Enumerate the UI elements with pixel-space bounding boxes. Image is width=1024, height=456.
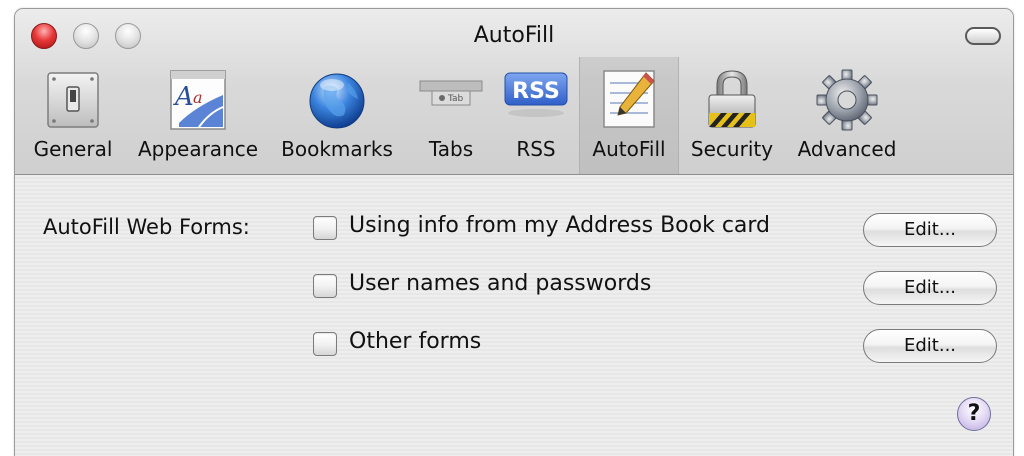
appearance-icon: A a [170, 70, 226, 130]
tab-appearance[interactable]: A a Appearance [131, 57, 265, 174]
tab-bookmarks[interactable]: Bookmarks [265, 57, 409, 174]
edit-user-names-passwords-button[interactable]: Edit... [863, 271, 997, 305]
rss-icon-text: RSS [512, 79, 560, 104]
svg-text:a: a [193, 88, 203, 107]
other-forms-checkbox[interactable] [313, 332, 337, 356]
autofill-pencil-icon [603, 70, 655, 128]
tab-autofill-label: AutoFill [592, 137, 666, 161]
tab-autofill[interactable]: AutoFill [579, 57, 679, 174]
autofill-web-forms-label: AutoFill Web Forms: [43, 215, 250, 239]
svg-text:A: A [173, 82, 194, 112]
help-button[interactable]: ? [957, 397, 991, 431]
title-bar[interactable]: AutoFill [15, 9, 1013, 57]
user-names-passwords-label[interactable]: User names and passwords [349, 271, 651, 296]
toolbar-toggle-button[interactable] [965, 27, 1001, 45]
tab-rss-label: RSS [516, 137, 556, 161]
preferences-window: AutoFill General A a Appearance Bookmark… [14, 8, 1014, 456]
tab-tabs-label: Tabs [428, 137, 474, 161]
preferences-toolbar: General A a Appearance Bookmarks Tab Tab… [15, 57, 1013, 174]
edit-other-forms-button[interactable]: Edit... [863, 329, 997, 363]
padlock-icon [708, 70, 756, 128]
tab-bookmarks-label: Bookmarks [281, 137, 393, 161]
tabs-icon-text: Tab [447, 94, 464, 104]
other-forms-label[interactable]: Other forms [349, 329, 481, 354]
edit-address-book-button[interactable]: Edit... [863, 213, 997, 247]
window-chrome: AutoFill General A a Appearance Bookmark… [15, 9, 1013, 175]
rss-icon: RSS [504, 72, 568, 117]
tabs-icon: Tab [419, 80, 483, 106]
globe-icon [309, 73, 365, 129]
tab-general-label: General [33, 137, 113, 161]
user-names-passwords-checkbox[interactable] [313, 274, 337, 298]
tab-tabs[interactable]: Tab Tabs [409, 57, 493, 174]
gear-icon [816, 69, 878, 131]
tab-rss[interactable]: RSS RSS [493, 57, 579, 174]
address-book-label[interactable]: Using info from my Address Book card [349, 213, 770, 238]
tab-advanced[interactable]: Advanced [785, 57, 909, 174]
autofill-pane: AutoFill Web Forms: Using info from my A… [15, 175, 1013, 456]
tab-security[interactable]: Security [679, 57, 785, 174]
tab-security-label: Security [690, 137, 774, 161]
tab-general[interactable]: General [15, 57, 131, 174]
address-book-checkbox[interactable] [313, 216, 337, 240]
switch-icon [47, 72, 99, 128]
tab-appearance-label: Appearance [137, 137, 259, 161]
window-title: AutoFill [473, 23, 555, 48]
tab-advanced-label: Advanced [797, 137, 897, 161]
